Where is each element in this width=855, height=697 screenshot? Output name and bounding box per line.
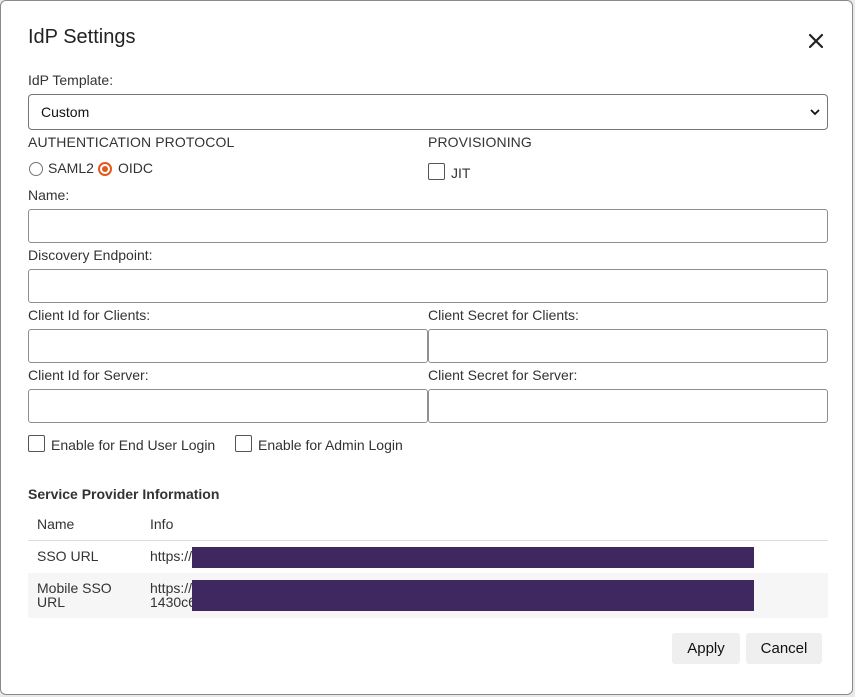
row-info-line2: 1430c6 [150, 594, 196, 610]
end-user-login-checkbox[interactable] [28, 435, 45, 452]
cancel-button[interactable]: Cancel [746, 633, 822, 664]
admin-login-label[interactable]: Enable for Admin Login [258, 437, 403, 453]
row-info: https:// [150, 548, 193, 564]
admin-login-checkbox[interactable] [235, 435, 252, 452]
redacted-value [192, 547, 754, 568]
client-id-clients-input[interactable] [28, 329, 428, 363]
jit-label[interactable]: JIT [451, 165, 470, 181]
sp-info-title: Service Provider Information [28, 486, 220, 502]
discovery-endpoint-input[interactable] [28, 269, 828, 303]
redacted-value [192, 580, 754, 611]
name-label: Name: [28, 187, 70, 203]
dialog-title: IdP Settings [28, 26, 136, 48]
idp-template-select[interactable]: Custom [28, 94, 828, 130]
close-icon [808, 33, 824, 49]
provisioning-label: PROVISIONING [428, 134, 532, 150]
name-input[interactable] [28, 209, 828, 243]
column-header-name: Name [37, 516, 75, 532]
row-name-line2: URL [37, 594, 66, 610]
end-user-login-label[interactable]: Enable for End User Login [51, 437, 215, 453]
client-id-server-input[interactable] [28, 389, 428, 423]
row-info-line1: https:// [150, 580, 193, 596]
saml2-label[interactable]: SAML2 [48, 160, 94, 176]
idp-template-label: IdP Template: [28, 72, 114, 88]
auth-protocol-label: AUTHENTICATION PROTOCOL [28, 134, 235, 150]
chevron-down-icon [810, 109, 820, 116]
client-secret-server-label: Client Secret for Server: [428, 367, 578, 383]
row-name: SSO URL [37, 548, 99, 564]
table-row: Mobile SSO URL https:// 1430c6 [28, 573, 828, 618]
client-secret-server-input[interactable] [428, 389, 828, 423]
row-name-line1: Mobile SSO [37, 580, 112, 596]
oidc-label[interactable]: OIDC [118, 160, 153, 176]
column-header-info: Info [150, 516, 174, 532]
client-id-server-label: Client Id for Server: [28, 367, 149, 383]
idp-template-value: Custom [41, 104, 90, 120]
client-secret-clients-input[interactable] [428, 329, 828, 363]
jit-checkbox[interactable] [428, 163, 445, 180]
table-row: SSO URL https:// [28, 541, 828, 573]
discovery-endpoint-label: Discovery Endpoint: [28, 247, 153, 263]
close-button[interactable] [803, 28, 829, 54]
client-secret-clients-label: Client Secret for Clients: [428, 307, 579, 323]
saml2-radio[interactable] [29, 162, 43, 176]
idp-settings-dialog: IdP Settings IdP Template: Custom AUTHEN… [0, 0, 853, 695]
apply-button[interactable]: Apply [672, 633, 740, 664]
client-id-clients-label: Client Id for Clients: [28, 307, 151, 323]
oidc-radio[interactable] [98, 162, 112, 176]
